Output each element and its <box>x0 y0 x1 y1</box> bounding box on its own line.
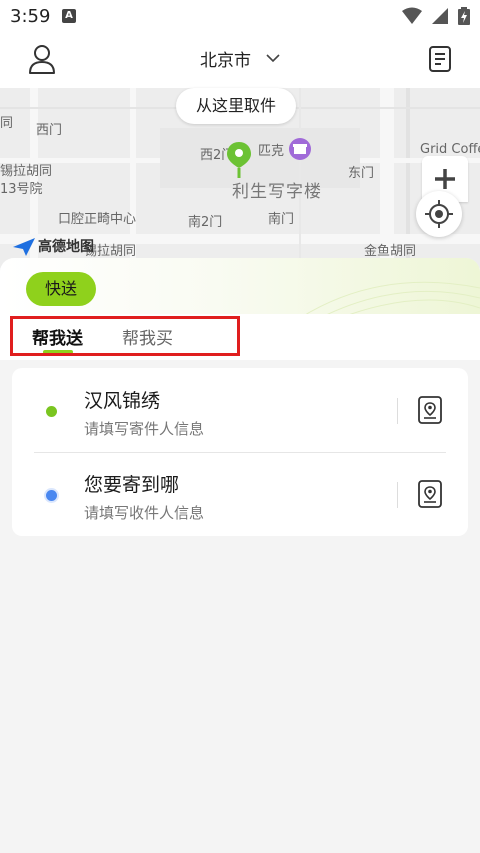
pickup-bubble[interactable]: 从这里取件 <box>176 88 297 124</box>
map-label: 南门 <box>268 212 295 227</box>
crosshair-icon <box>425 200 453 228</box>
row-separator <box>397 482 398 508</box>
map-label: 西门 <box>36 123 63 138</box>
map-label: 利生写字楼 <box>232 182 322 202</box>
location-pin-icon <box>227 142 251 178</box>
express-tag[interactable]: 快送 <box>26 272 96 306</box>
order-panel: 快送 帮我送 帮我买 汉风锦绣 请填写寄件人信息 您要寄到哪 请填写收件人信息 <box>0 258 480 853</box>
signal-wifi-icon <box>401 7 422 24</box>
amap-logo: 高德地图 <box>12 236 94 257</box>
receiver-address-row[interactable]: 您要寄到哪 请填写收件人信息 <box>12 452 468 536</box>
sender-address-row[interactable]: 汉风锦绣 请填写寄件人信息 <box>12 368 468 452</box>
address-book-icon[interactable] <box>417 396 443 424</box>
map-label: 南2门 <box>188 215 223 230</box>
map-label: 东门 <box>348 166 375 181</box>
notification-icon: A <box>62 9 76 23</box>
map-label: 同 <box>0 116 14 131</box>
address-book-icon[interactable] <box>417 480 443 508</box>
top-header: 北京市 <box>0 32 480 88</box>
map-label: 13号院 <box>0 182 43 197</box>
city-selector[interactable]: 北京市 <box>0 46 480 71</box>
document-list-icon[interactable] <box>428 46 452 72</box>
map-label: 口腔正畸中心 <box>58 212 137 227</box>
amap-arrow-icon <box>13 238 35 256</box>
signal-cell-icon <box>431 8 448 24</box>
map-label: 匹克 <box>258 144 285 159</box>
sender-dot-icon <box>46 406 57 417</box>
annotation-highlight-box <box>10 316 240 356</box>
status-bar: 3:59 A <box>0 0 480 32</box>
map-label: 锡拉胡同 <box>0 164 53 179</box>
shop-poi-icon <box>289 138 311 160</box>
sender-subtitle: 请填写寄件人信息 <box>84 420 205 438</box>
map-label: 金鱼胡同 <box>364 244 417 259</box>
chevron-down-icon <box>266 54 280 63</box>
city-name: 北京市 <box>199 51 251 71</box>
address-card: 汉风锦绣 请填写寄件人信息 您要寄到哪 请填写收件人信息 <box>12 368 468 536</box>
receiver-subtitle: 请填写收件人信息 <box>84 504 205 522</box>
battery-icon <box>458 7 470 25</box>
sender-title: 汉风锦绣 <box>84 390 161 412</box>
row-separator <box>397 398 398 424</box>
locate-me-button[interactable] <box>416 191 462 237</box>
status-time: 3:59 <box>10 6 51 27</box>
map-label: Grid Coffe <box>420 142 480 157</box>
status-icons <box>398 7 470 25</box>
panel-header: 快送 <box>0 258 480 318</box>
receiver-dot-icon <box>46 490 57 501</box>
receiver-title: 您要寄到哪 <box>84 474 180 496</box>
amap-logo-text: 高德地图 <box>38 239 94 255</box>
